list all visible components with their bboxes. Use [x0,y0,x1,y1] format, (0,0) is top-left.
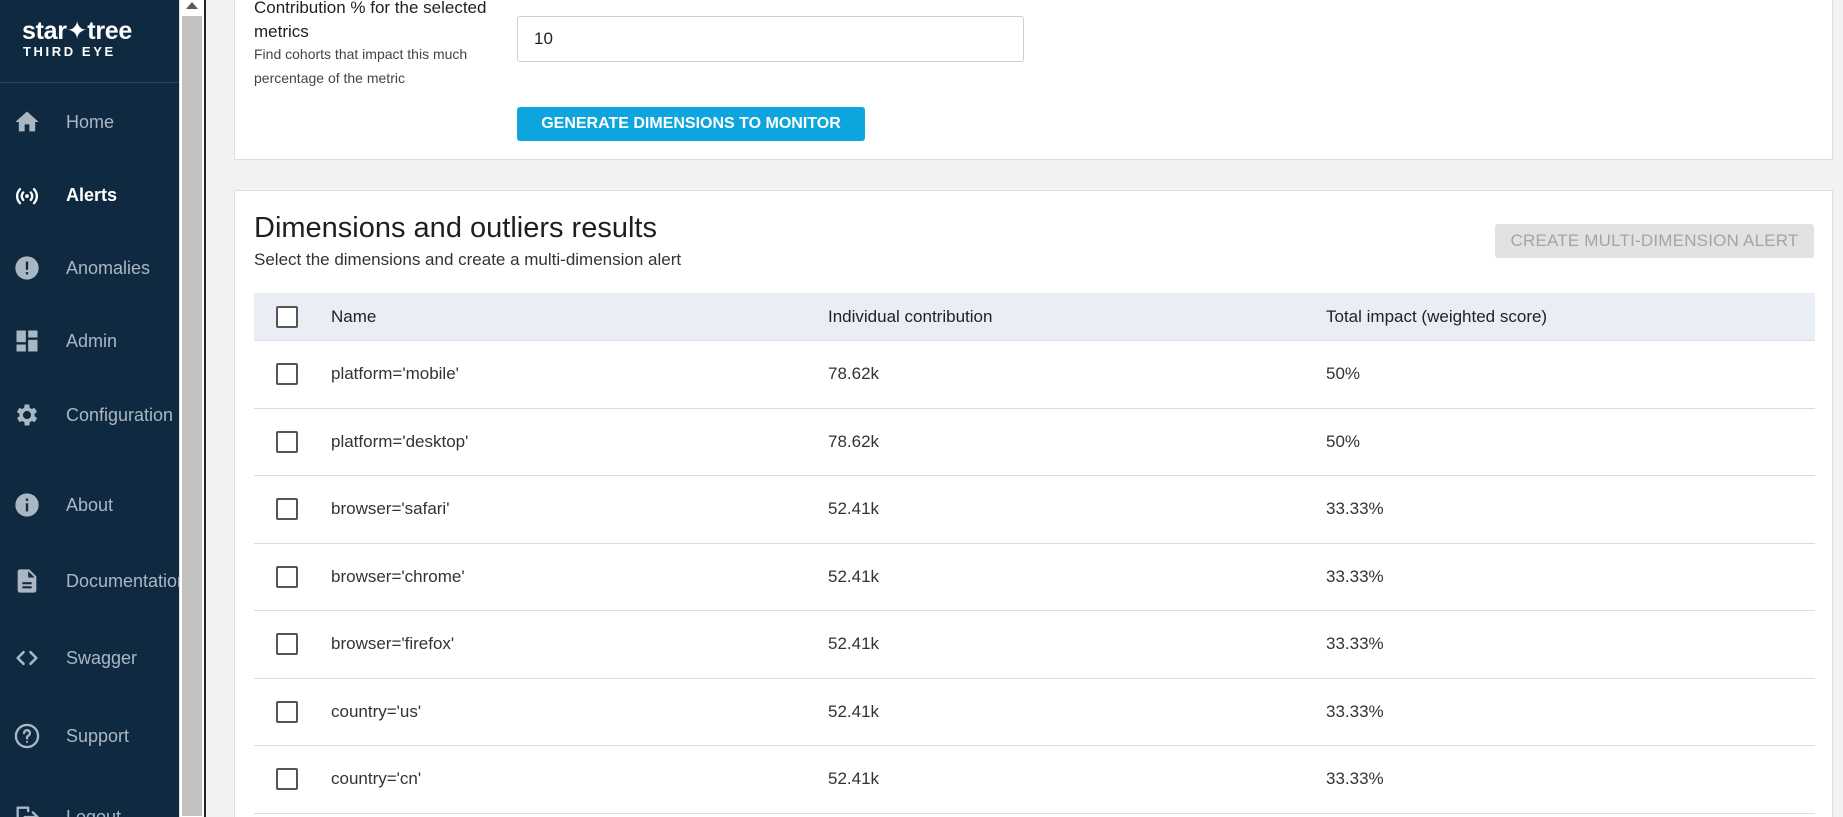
row-name: platform='desktop' [331,431,469,451]
table-row[interactable]: browser='firefox' 52.41k 33.33% [254,611,1815,679]
table-row[interactable]: country='cn' 52.41k 33.33% [254,746,1815,814]
logout-icon [13,803,41,817]
row-name: platform='mobile' [331,364,459,384]
scroll-up-arrow-icon[interactable] [186,2,198,9]
table-row[interactable]: platform='mobile' 78.62k 50% [254,341,1815,409]
contribution-percent-input[interactable] [517,16,1024,62]
nav-label-alerts: Alerts [66,185,118,205]
nav-item-about[interactable]: About [0,475,180,535]
table-row[interactable]: country='us' 52.41k 33.33% [254,679,1815,746]
row-total-impact: 33.33% [1326,701,1384,721]
nav-label-documentation: Documentation [66,571,180,591]
nav-label-anomalies: Anomalies [66,258,151,278]
row-individual-contribution: 52.41k [828,701,880,721]
column-header-total-impact[interactable]: Total impact (weighted score) [1326,306,1547,328]
nav-label-swagger: Swagger [66,648,138,668]
row-checkbox[interactable] [276,430,298,453]
row-name: browser='safari' [331,499,450,519]
info-icon [13,491,41,519]
generate-dimensions-button[interactable]: GENERATE DIMENSIONS TO MONITOR [517,107,865,141]
nav-label-configuration: Configuration [66,405,174,425]
sidebar: star✦tree THIRD EYE Home Alerts Anomalie… [0,0,180,817]
table-row[interactable]: platform='desktop' 78.62k 50% [254,409,1815,476]
row-total-impact: 33.33% [1326,499,1384,519]
row-individual-contribution: 52.41k [828,769,880,789]
nav-item-home[interactable]: Home [0,92,180,152]
admin-icon [13,327,41,355]
row-name: browser='firefox' [331,634,455,654]
row-checkbox[interactable] [276,565,298,588]
code-icon [13,644,41,672]
row-total-impact: 33.33% [1326,566,1384,586]
row-individual-contribution: 52.41k [828,499,880,519]
contribution-field-helper: Find cohorts that impact this much perce… [254,46,468,86]
row-individual-contribution: 52.41k [828,634,880,654]
row-individual-contribution: 52.41k [828,566,880,586]
scrollbar-thumb[interactable] [182,16,202,816]
home-icon [13,108,41,136]
nav-label-admin: Admin [66,331,118,351]
select-all-checkbox[interactable] [276,305,298,328]
create-multi-dimension-alert-button[interactable]: CREATE MULTI-DIMENSION ALERT [1495,224,1814,258]
nav-label-home: Home [66,112,115,132]
logo[interactable]: star✦tree THIRD EYE [0,0,180,83]
nav-label-logout: Logout [66,807,122,817]
anomalies-icon [13,254,41,282]
nav-item-configuration[interactable]: Configuration [0,385,180,445]
row-checkbox[interactable] [276,498,298,521]
help-icon [13,722,41,750]
sidebar-scrollbar[interactable] [179,0,205,817]
alerts-icon [13,181,41,209]
nav-item-logout[interactable]: Logout [0,787,180,817]
row-individual-contribution: 78.62k [828,364,880,384]
table-row[interactable]: browser='chrome' 52.41k 33.33% [254,544,1815,611]
divider [204,0,206,817]
contribution-field-label: Contribution % for the selected metrics [254,0,487,41]
row-total-impact: 50% [1326,431,1361,451]
nav-item-alerts[interactable]: Alerts [0,165,180,225]
row-checkbox[interactable] [276,363,298,386]
column-header-name[interactable]: Name [331,306,376,328]
nav-label-support: Support [66,726,130,746]
nav-item-support[interactable]: Support [0,706,180,766]
nav-item-anomalies[interactable]: Anomalies [0,238,180,298]
nav-item-swagger[interactable]: Swagger [0,628,180,688]
row-name: country='cn' [331,769,422,789]
nav-item-admin[interactable]: Admin [0,311,180,371]
results-subtitle: Select the dimensions and create a multi… [254,250,682,269]
row-checkbox[interactable] [276,700,298,723]
dimensions-table: Name Individual contribution Total impac… [254,293,1815,814]
results-title: Dimensions and outliers results [254,212,657,244]
row-total-impact: 50% [1326,364,1361,384]
table-header: Name Individual contribution Total impac… [254,293,1815,341]
row-name: browser='chrome' [331,566,465,586]
row-total-impact: 33.33% [1326,769,1384,789]
row-name: country='us' [331,701,422,721]
row-checkbox[interactable] [276,633,298,656]
table-row[interactable]: browser='safari' 52.41k 33.33% [254,476,1815,544]
logo-wordmark: star✦tree [22,17,132,45]
document-icon [13,567,41,595]
gear-icon [13,401,41,429]
row-total-impact: 33.33% [1326,634,1384,654]
column-header-individual-contribution[interactable]: Individual contribution [828,306,992,328]
row-individual-contribution: 78.62k [828,431,880,451]
row-checkbox[interactable] [276,768,298,791]
nav-label-about: About [66,495,114,515]
logo-product-name: THIRD EYE [23,44,116,59]
nav-item-documentation[interactable]: Documentation [0,551,180,611]
